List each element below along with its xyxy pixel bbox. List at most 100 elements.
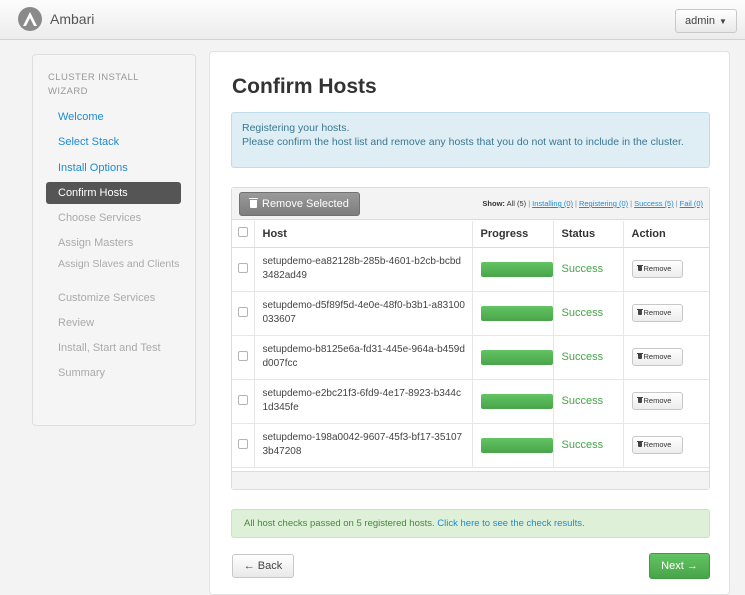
wizard-sidebar: CLUSTER INSTALL WIZARD Welcome Select St…: [32, 54, 196, 426]
table-footer: [232, 471, 709, 489]
chevron-down-icon: ▼: [718, 17, 727, 26]
remove-selected-label: Remove Selected: [262, 198, 349, 210]
host-filters: Show: All (5) | Installing (0) | Registering…: [482, 199, 703, 208]
check-results-link[interactable]: Click here to see the check results.: [437, 518, 584, 529]
trash-icon: [636, 353, 643, 359]
remove-host-button[interactable]: Remove: [631, 304, 683, 322]
filter-success[interactable]: Success (5): [634, 199, 674, 208]
action-cell: Remove: [623, 291, 709, 336]
trash-icon: [636, 441, 643, 447]
action-cell: Remove: [623, 247, 709, 292]
filter-separator: |: [630, 199, 633, 208]
info-line-2: Please confirm the host list and remove …: [242, 136, 684, 148]
row-checkbox[interactable]: [238, 350, 248, 361]
user-menu-button[interactable]: admin ▼: [675, 9, 737, 33]
header-host: Host: [254, 221, 473, 248]
action-cell: Remove: [623, 335, 709, 380]
status-text: Success: [561, 351, 604, 363]
progress-cell: [472, 379, 554, 424]
host-name: setupdemo-e2bc21f3-6fd9-4e17-8923-b344c1…: [262, 388, 461, 413]
table-row: setupdemo-198a0042-9607-45f3-bf17-351073…: [232, 423, 709, 468]
filter-installing[interactable]: Installing (0): [532, 199, 573, 208]
progress-bar: [480, 261, 553, 277]
ambari-logo-icon[interactable]: [17, 6, 43, 32]
step-welcome[interactable]: Welcome: [46, 106, 181, 128]
wizard-title: CLUSTER INSTALL WIZARD: [48, 72, 139, 97]
step-select-stack[interactable]: Select Stack: [46, 131, 181, 153]
remove-host-button[interactable]: Remove: [631, 436, 683, 454]
progress-bar: [480, 349, 553, 365]
filter-fail[interactable]: Fail (0): [680, 199, 703, 208]
progress-bar: [480, 393, 553, 409]
status-text: Success: [561, 395, 604, 407]
user-menu-label: admin: [685, 15, 715, 27]
table-header-row: Host Progress Status Action: [232, 221, 709, 248]
step-review: Review: [58, 317, 95, 329]
remove-host-button[interactable]: Remove: [631, 260, 683, 278]
host-name: setupdemo-d5f89f5d-4e0e-48f0-b3b1-a83100…: [262, 300, 465, 325]
row-checkbox[interactable]: [238, 394, 248, 405]
remove-host-button[interactable]: Remove: [631, 348, 683, 366]
filter-separator: |: [575, 199, 577, 208]
progress-cell: [472, 247, 554, 292]
step-install-options[interactable]: Install Options: [46, 157, 181, 179]
step-confirm-hosts[interactable]: Confirm Hosts: [46, 182, 181, 204]
trash-icon: [636, 265, 643, 271]
remove-host-button[interactable]: Remove: [631, 392, 683, 410]
step-choose-services: Choose Services: [58, 212, 142, 224]
remove-host-label: Remove: [643, 308, 672, 317]
host-name: setupdemo-ea82128b-285b-4601-b2cb-bcbd34…: [262, 256, 461, 281]
trash-icon: [249, 198, 258, 208]
hosts-table: Host Progress Status Action setupdemo-ea…: [232, 221, 709, 468]
action-cell: Remove: [623, 423, 709, 468]
row-checkbox[interactable]: [238, 262, 248, 273]
status-cell: Success: [553, 291, 624, 336]
header-progress: Progress: [472, 221, 554, 248]
remove-selected-button[interactable]: Remove Selected: [239, 192, 360, 216]
alert-text: All host checks passed on 5 registered h…: [244, 518, 435, 529]
host-cell: setupdemo-198a0042-9607-45f3-bf17-351073…: [254, 423, 473, 468]
host-cell: setupdemo-d5f89f5d-4e0e-48f0-b3b1-a83100…: [254, 291, 473, 336]
row-select-cell: [232, 335, 255, 380]
host-name: setupdemo-b8125e6a-fd31-445e-964a-b459dd…: [262, 344, 465, 369]
back-button[interactable]: ← Back: [232, 554, 294, 578]
hosts-table-container: Remove Selected Show: All (5) | Installing…: [231, 187, 710, 490]
next-button[interactable]: Next →: [649, 553, 710, 579]
row-select-cell: [232, 247, 255, 292]
status-text: Success: [561, 263, 604, 275]
step-assign-masters: Assign Masters: [58, 237, 134, 249]
filter-registering[interactable]: Registering (0): [579, 199, 628, 208]
info-line-1: Registering your hosts.: [242, 122, 350, 134]
brand-name[interactable]: Ambari: [50, 11, 94, 27]
table-row: setupdemo-b8125e6a-fd31-445e-964a-b459dd…: [232, 335, 709, 380]
progress-bar-fill: [480, 437, 553, 453]
progress-bar-fill: [480, 261, 553, 277]
select-all-checkbox[interactable]: [238, 227, 248, 238]
table-row: setupdemo-d5f89f5d-4e0e-48f0-b3b1-a83100…: [232, 291, 709, 336]
progress-cell: [472, 423, 554, 468]
header-status: Status: [553, 221, 624, 248]
page-title: Confirm Hosts: [232, 75, 377, 98]
status-cell: Success: [553, 247, 624, 292]
row-checkbox[interactable]: [238, 306, 248, 317]
progress-cell: [472, 335, 554, 380]
status-text: Success: [561, 307, 604, 319]
step-install-start-test: Install, Start and Test: [58, 342, 161, 354]
table-toolbar: Remove Selected Show: All (5) | Installing…: [232, 188, 709, 220]
remove-host-label: Remove: [643, 396, 672, 405]
filter-separator: |: [675, 199, 678, 208]
progress-bar: [480, 305, 553, 321]
remove-host-label: Remove: [643, 352, 672, 361]
filter-all[interactable]: All (5): [507, 199, 527, 208]
step-summary: Summary: [58, 367, 106, 379]
trash-icon: [636, 397, 643, 403]
filter-separator: |: [528, 199, 531, 208]
host-cell: setupdemo-b8125e6a-fd31-445e-964a-b459dd…: [254, 335, 473, 380]
table-row: setupdemo-ea82128b-285b-4601-b2cb-bcbd34…: [232, 247, 709, 292]
table-row: setupdemo-e2bc21f3-6fd9-4e17-8923-b344c1…: [232, 379, 709, 424]
host-cell: setupdemo-e2bc21f3-6fd9-4e17-8923-b344c1…: [254, 379, 473, 424]
progress-bar-fill: [480, 305, 553, 321]
row-checkbox[interactable]: [238, 438, 248, 449]
row-select-cell: [232, 379, 255, 424]
step-assign-slaves: Assign Slaves and Clients: [58, 258, 180, 270]
